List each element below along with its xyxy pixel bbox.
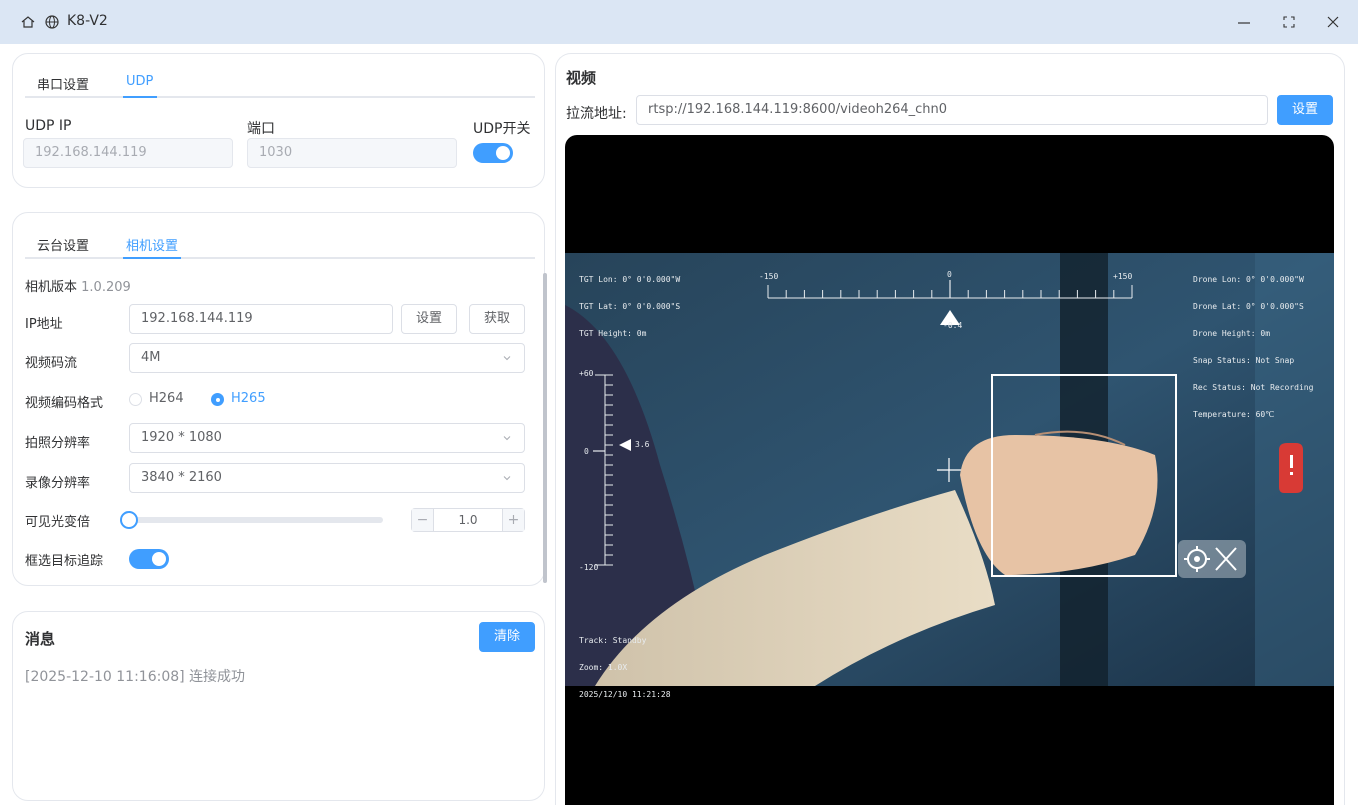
zoom-slider-handle[interactable] [120,511,138,529]
radio-h265[interactable] [211,393,224,406]
pitch-scale-zero: 0 [584,447,589,456]
pitch-scale-max: +60 [579,369,594,378]
maximize-icon [1283,16,1295,28]
photo-resolution-value: 1920 * 1080 [141,430,222,445]
yaw-value: -0.4 [943,321,963,330]
udp-ip-label: UDP IP [25,118,72,134]
zoom-stepper[interactable]: − 1.0 + [411,508,525,532]
port-label: 端口 [247,121,275,137]
camera-tabs: 云台设置 相机设置 [25,225,535,259]
tracking-label: 框选目标追踪 [25,554,104,569]
hud-target-info: TGT Lon: 0° 0'0.000"W TGT Lat: 0° 0'0.00… [579,257,680,356]
udp-ip-input[interactable]: 192.168.144.119 [23,138,233,168]
photo-resolution-label: 拍照分辨率 [25,436,91,451]
switch-knob [152,552,166,566]
record-resolution-value: 3840 * 2160 [141,470,222,485]
messages-title: 消息 [25,630,56,648]
photo-resolution-select[interactable]: 1920 * 1080 [129,423,525,453]
close-button[interactable] [1318,8,1348,36]
camera-ip-input[interactable]: 192.168.144.119 [129,304,393,334]
udp-switch[interactable] [473,143,513,163]
clear-button[interactable]: 清除 [479,622,535,652]
port-input[interactable]: 1030 [247,138,457,168]
tab-serial[interactable]: 串口设置 [37,74,89,93]
close-icon [1327,16,1339,28]
camera-version-value: 1.0.209 [81,280,131,295]
camera-version-label: 相机版本 1.0.209 [25,280,131,295]
switch-knob [496,146,510,160]
video-stream-value: 4M [141,350,161,365]
radio-h265-label[interactable]: H265 [231,391,266,406]
tab-udp[interactable]: UDP [126,74,153,89]
hud-status-info: Track: Standby Zoom: 1.0X 2025/12/10 11:… [579,618,671,717]
stream-set-button[interactable]: 设置 [1277,95,1333,125]
pitch-scale-min: -120 [579,563,599,572]
hud-line: Temperature: 60℃ [1193,410,1275,419]
minimize-button[interactable] [1229,8,1259,36]
connection-tabs: 串口设置 UDP [25,64,535,98]
message-item: [2025-12-10 11:16:08] 连接成功 [25,669,246,685]
globe-icon [45,15,59,29]
stream-url-input[interactable]: rtsp://192.168.144.119:8600/videoh264_ch… [636,95,1268,125]
hud-line: TGT Lat: 0° 0'0.000"S [579,302,681,311]
hud-line: Drone Height: 0m [1193,329,1271,338]
radio-h264[interactable] [129,393,142,406]
hud-line: TGT Height: 0m [579,329,647,338]
udp-switch-label: UDP开关 [473,121,531,137]
record-resolution-label: 录像分辨率 [25,476,91,491]
home-icon[interactable] [20,14,36,30]
stepper-increase-button[interactable]: + [502,509,524,531]
yaw-scale-min: -150 [759,272,779,281]
chevron-down-icon [503,356,511,361]
tab-indicator [123,257,181,259]
chevron-down-icon [503,436,511,441]
scrollbar[interactable] [543,273,547,583]
camera-settings-card: 云台设置 相机设置 相机版本 1.0.209 IP地址 192.168.144.… [12,212,547,586]
hud-line: Rec Status: Not Recording [1193,383,1314,392]
video-stream-select[interactable]: 4M [129,343,525,373]
set-ip-button[interactable]: 设置 [401,304,457,334]
messages-card: 消息 清除 [2025-12-10 11:16:08] 连接成功 [12,611,545,801]
record-resolution-select[interactable]: 3840 * 2160 [129,463,525,493]
hud-line: Zoom: 1.0X [579,663,628,672]
ip-address-label: IP地址 [25,317,63,332]
stepper-decrease-button[interactable]: − [412,509,434,531]
hud-line: Snap Status: Not Snap [1193,356,1295,365]
hud-line: Drone Lat: 0° 0'0.000"S [1193,302,1304,311]
zoom-label: 可见光变倍 [25,515,91,530]
tab-indicator [123,96,157,98]
connection-card: 串口设置 UDP UDP IP 192.168.144.119 端口 1030 … [12,53,545,188]
zoom-value[interactable]: 1.0 [435,509,501,531]
zoom-slider-track[interactable] [129,517,383,523]
tab-gimbal[interactable]: 云台设置 [37,235,89,254]
video-player[interactable]: TGT Lon: 0° 0'0.000"W TGT Lat: 0° 0'0.00… [565,135,1334,805]
minimize-icon [1238,22,1250,24]
hud-drone-info: Drone Lon: 0° 0'0.000"W Drone Lat: 0° 0'… [1193,257,1313,437]
video-codec-label: 视频编码格式 [25,396,104,411]
yaw-scale-zero: 0 [947,270,952,279]
get-ip-button[interactable]: 获取 [469,304,525,334]
hud-line: TGT Lon: 0° 0'0.000"W [579,275,681,284]
pitch-value: 3.6 [635,440,650,449]
pitch-scale-ticks [605,374,613,566]
yaw-scale-max: +150 [1113,272,1133,281]
window-title: K8-V2 [67,13,108,29]
hud-line: 2025/12/10 11:21:28 [579,690,671,699]
hud-line: Drone Lon: 0° 0'0.000"W [1193,275,1304,284]
chevron-down-icon [503,476,511,481]
video-stream-label: 视频码流 [25,356,78,371]
codec-radio-group: H264 H265 [129,391,299,409]
stream-url-label: 拉流地址: [566,106,627,122]
radio-h264-label[interactable]: H264 [149,391,184,406]
hud-line: Track: Standby [579,636,647,645]
maximize-button[interactable] [1274,8,1304,36]
title-bar: K8-V2 [0,0,1358,44]
tab-camera[interactable]: 相机设置 [126,235,178,254]
tracking-switch[interactable] [129,549,169,569]
video-title: 视频 [566,69,597,87]
